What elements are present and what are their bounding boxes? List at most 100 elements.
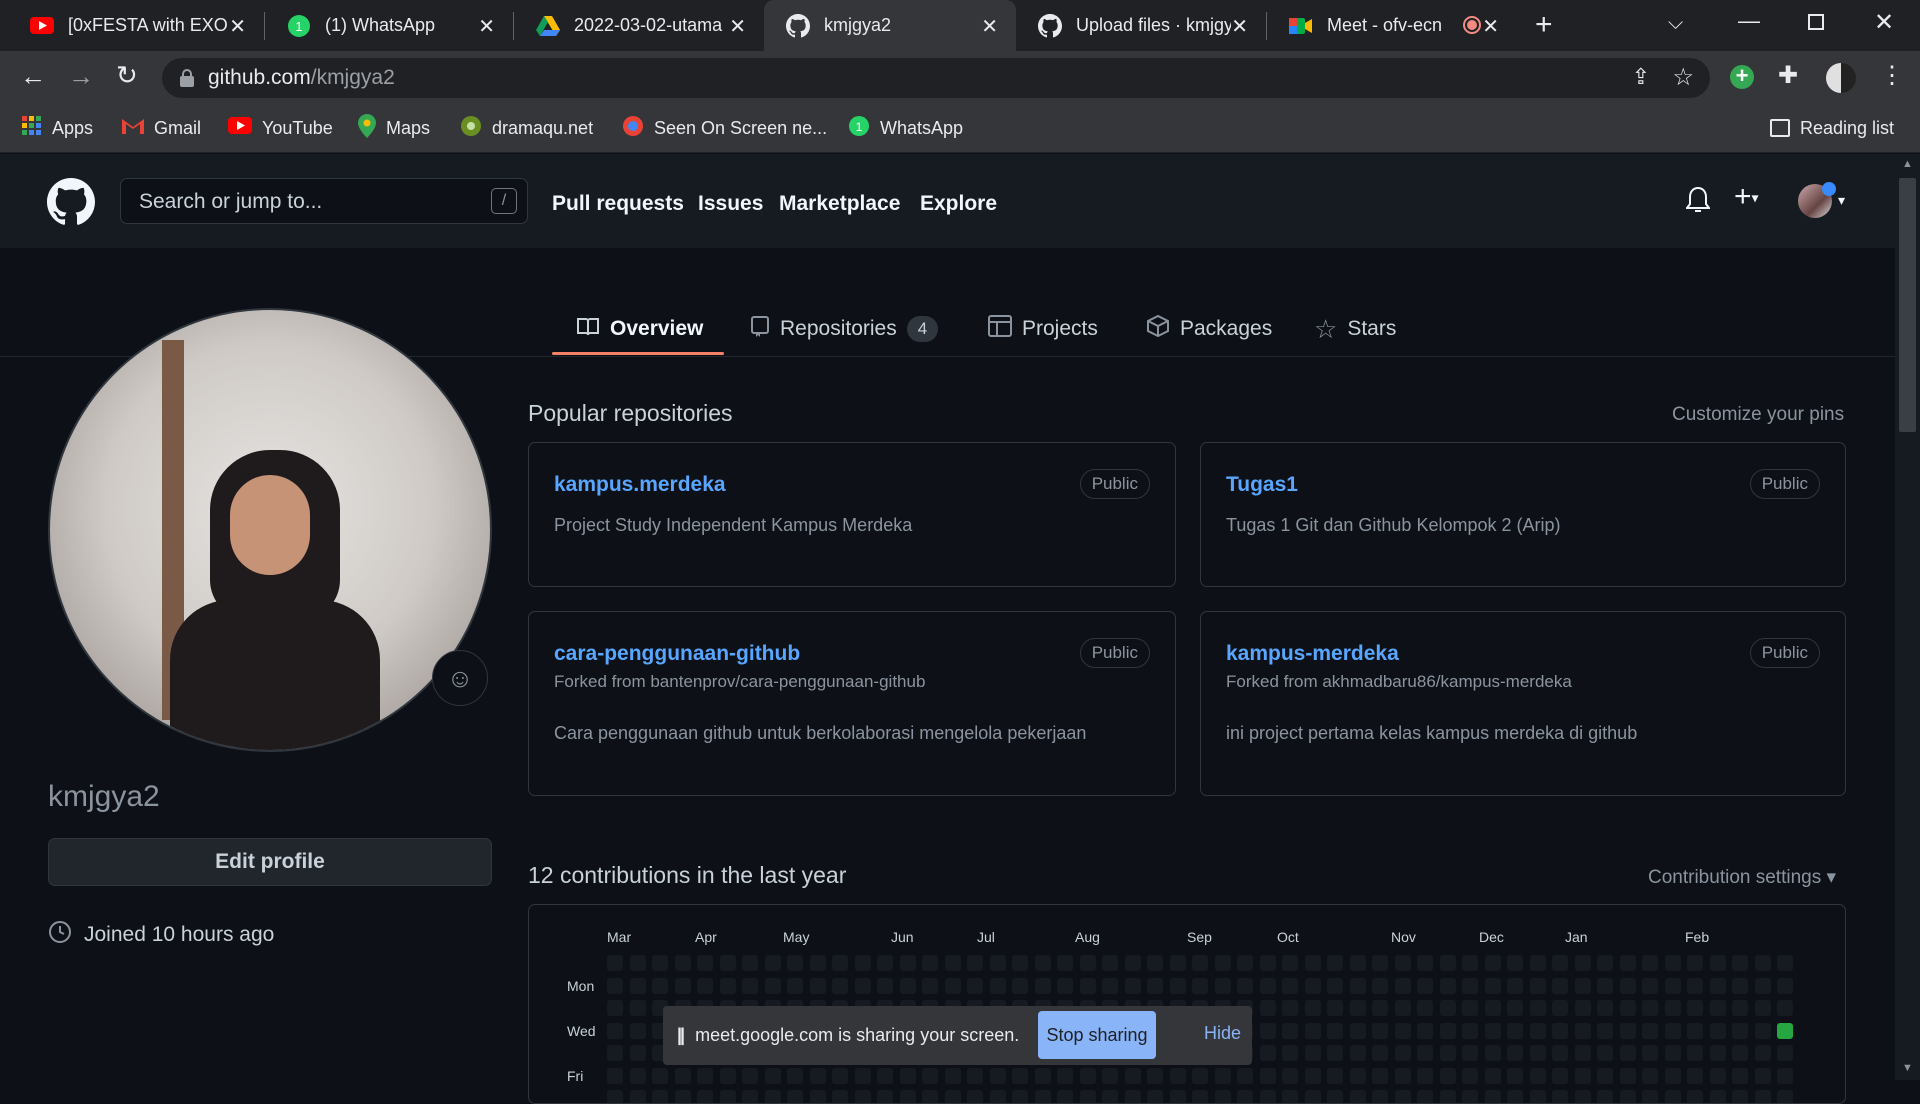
repo-name-link[interactable]: cara-penggunaan-github (554, 642, 800, 666)
close-icon[interactable]: ✕ (1231, 14, 1248, 39)
contribution-day-cell[interactable] (1327, 1000, 1343, 1016)
contribution-day-cell[interactable] (1237, 977, 1253, 994)
avatar-dropdown-chevron-icon[interactable]: ▾ (1838, 192, 1845, 209)
contribution-day-cell[interactable] (922, 1067, 938, 1084)
contribution-day-cell[interactable] (1664, 1022, 1681, 1039)
contribution-day-cell[interactable] (1394, 1067, 1411, 1084)
contribution-day-cell[interactable] (764, 1067, 781, 1084)
browser-tab[interactable]: Upload files · kmjgy ✕ (1016, 0, 1266, 51)
bookmark-star-icon[interactable]: ☆ (1672, 63, 1694, 92)
contribution-day-cell[interactable] (1462, 1090, 1478, 1103)
contribution-day-cell[interactable] (1079, 1090, 1096, 1103)
contribution-day-cell[interactable] (1462, 1045, 1478, 1061)
contribution-day-cell[interactable] (1417, 1045, 1433, 1061)
contribution-day-cell[interactable] (1642, 1067, 1658, 1084)
reading-list-button[interactable]: Reading list (1770, 113, 1894, 143)
contribution-day-cell[interactable] (1394, 977, 1411, 994)
contribution-day-cell[interactable] (832, 1067, 848, 1084)
contribution-day-cell[interactable] (1124, 955, 1141, 971)
repo-name-link[interactable]: kampus-merdeka (1226, 642, 1399, 666)
contribution-day-cell[interactable] (809, 955, 826, 971)
contribution-day-cell[interactable] (1214, 1067, 1231, 1084)
contribution-day-cell[interactable] (1777, 1045, 1793, 1061)
contribution-day-cell[interactable] (1507, 1000, 1523, 1016)
bookmark-gmail[interactable]: Gmail (122, 113, 201, 143)
set-status-smiley-icon[interactable]: ☺ (432, 650, 488, 706)
contribution-day-cell[interactable] (1304, 1067, 1321, 1084)
contribution-day-cell[interactable] (629, 1000, 646, 1016)
scrollbar-thumb[interactable] (1899, 178, 1916, 432)
contribution-day-cell[interactable] (1012, 1067, 1028, 1084)
contribution-settings-dropdown[interactable]: Contribution settings ▾ (1648, 866, 1836, 889)
contribution-day-cell[interactable] (1777, 955, 1793, 971)
contribution-day-cell[interactable] (1462, 955, 1478, 971)
contribution-day-cell[interactable] (1754, 1067, 1771, 1084)
contribution-day-cell[interactable] (1372, 1000, 1388, 1016)
contribution-day-cell[interactable] (1327, 977, 1343, 994)
contribution-day-cell[interactable] (1484, 1090, 1501, 1103)
contribution-day-cell[interactable] (1732, 1000, 1748, 1016)
contribution-day-cell[interactable] (1507, 955, 1523, 971)
contribution-day-cell[interactable] (1349, 1045, 1366, 1061)
contribution-day-cell[interactable] (1034, 1067, 1051, 1084)
contribution-day-cell[interactable] (652, 1090, 668, 1103)
contribution-day-cell[interactable] (899, 955, 916, 971)
contribution-day-cell[interactable] (1192, 1090, 1208, 1103)
contribution-day-cell[interactable] (1642, 955, 1658, 971)
contribution-day-cell[interactable] (944, 1090, 961, 1103)
contribution-day-cell[interactable] (1349, 1090, 1366, 1103)
contribution-day-cell[interactable] (1372, 1045, 1388, 1061)
contribution-day-cell[interactable] (1439, 955, 1456, 971)
contribution-day-cell[interactable] (1439, 977, 1456, 994)
contribution-day-cell[interactable] (607, 977, 623, 994)
browser-tab[interactable]: [0xFESTA with EXO ✕ (8, 0, 264, 51)
contribution-day-cell[interactable] (1664, 1090, 1681, 1103)
contribution-day-cell[interactable] (877, 977, 893, 994)
contribution-day-cell[interactable] (1372, 1022, 1388, 1039)
contribution-day-cell[interactable] (674, 1090, 691, 1103)
contribution-day-cell[interactable] (1214, 955, 1231, 971)
contribution-day-cell[interactable] (787, 1067, 803, 1084)
contribution-day-cell[interactable] (719, 1090, 736, 1103)
contribution-day-cell[interactable] (1754, 955, 1771, 971)
contribution-day-cell[interactable] (652, 977, 668, 994)
contribution-day-cell[interactable] (1259, 1000, 1276, 1016)
tab-overview[interactable]: Overview (576, 304, 703, 354)
contribution-day-cell[interactable] (1102, 1067, 1118, 1084)
contribution-day-cell[interactable] (1777, 1022, 1793, 1039)
contribution-day-cell[interactable] (1619, 1045, 1636, 1061)
contribution-day-cell[interactable] (1552, 1090, 1568, 1103)
contribution-day-cell[interactable] (944, 1067, 961, 1084)
contribution-day-cell[interactable] (1484, 1022, 1501, 1039)
contribution-day-cell[interactable] (1057, 977, 1073, 994)
contribution-day-cell[interactable] (1057, 1067, 1073, 1084)
contribution-day-cell[interactable] (1417, 1022, 1433, 1039)
contribution-day-cell[interactable] (1597, 955, 1613, 971)
contribution-day-cell[interactable] (1034, 1090, 1051, 1103)
contribution-day-cell[interactable] (1687, 977, 1703, 994)
contribution-day-cell[interactable] (832, 1090, 848, 1103)
contribution-day-cell[interactable] (1529, 1022, 1546, 1039)
contribution-day-cell[interactable] (967, 1067, 983, 1084)
contribution-day-cell[interactable] (1529, 955, 1546, 971)
contribution-day-cell[interactable] (1102, 977, 1118, 994)
contribution-day-cell[interactable] (1709, 1045, 1726, 1061)
contribution-day-cell[interactable] (1507, 1022, 1523, 1039)
contribution-day-cell[interactable] (1484, 1000, 1501, 1016)
contribution-day-cell[interactable] (1484, 1045, 1501, 1061)
contribution-day-cell[interactable] (607, 1022, 623, 1039)
contribution-day-cell[interactable] (764, 1090, 781, 1103)
contribution-day-cell[interactable] (1147, 1067, 1163, 1084)
contribution-day-cell[interactable] (1754, 1045, 1771, 1061)
contribution-day-cell[interactable] (1079, 1067, 1096, 1084)
contribution-day-cell[interactable] (1327, 955, 1343, 971)
contribution-day-cell[interactable] (1777, 977, 1793, 994)
contribution-day-cell[interactable] (1687, 1090, 1703, 1103)
stop-sharing-button[interactable]: Stop sharing (1038, 1011, 1156, 1059)
browser-tab[interactable]: 1 (1) WhatsApp ✕ (265, 0, 513, 51)
contribution-day-cell[interactable] (922, 1090, 938, 1103)
contribution-day-cell[interactable] (697, 955, 713, 971)
contribution-day-cell[interactable] (1462, 977, 1478, 994)
contribution-day-cell[interactable] (1529, 1067, 1546, 1084)
contribution-day-cell[interactable] (1394, 1045, 1411, 1061)
